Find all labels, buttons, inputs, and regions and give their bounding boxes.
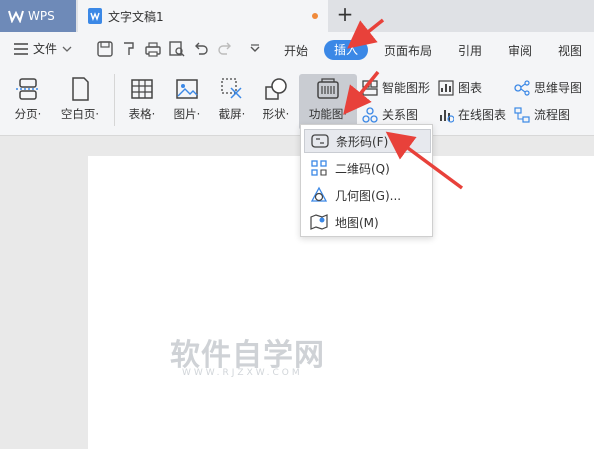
writer-doc-icon	[88, 8, 102, 24]
smart-art-label: 智能图形	[382, 81, 431, 95]
relation-chart-label: 关系图	[382, 108, 419, 122]
relation-chart-icon	[362, 106, 378, 123]
screenshot-icon	[221, 78, 242, 99]
menu-item-qrcode-label: 二维码(Q)	[335, 161, 390, 176]
tab-start[interactable]: 开始	[284, 42, 308, 59]
flowchart-icon	[514, 106, 530, 123]
function-chart-dropdown: 条形码(F) 二维码(Q) 几何图(G)... 地图(M)	[300, 124, 433, 237]
new-tab-button[interactable]: +	[334, 3, 356, 25]
wps-logo-icon	[8, 10, 24, 23]
ribbon-divider	[114, 74, 115, 126]
table-button[interactable]: 表格·	[122, 76, 162, 122]
barcode-icon	[311, 134, 329, 148]
mind-map-button[interactable]: 思维导图	[514, 79, 582, 96]
geometry-icon	[310, 186, 328, 202]
wps-app-tab[interactable]: WPS	[0, 0, 76, 32]
blank-page-label: 空白页·	[60, 107, 100, 121]
print-preview-icon[interactable]	[168, 40, 186, 58]
tab-review[interactable]: 审阅	[508, 42, 532, 59]
menu-item-geometry[interactable]: 几何图(G)...	[304, 183, 431, 207]
smart-art-icon	[362, 79, 378, 96]
menu-item-barcode-label: 条形码(F)	[336, 134, 389, 149]
function-chart-label: 功能图·	[308, 107, 348, 121]
hamburger-icon	[14, 42, 28, 55]
table-icon	[131, 79, 153, 99]
tab-insert[interactable]: 插入	[324, 40, 368, 60]
shape-label: 形状·	[262, 107, 290, 121]
tab-view[interactable]: 视图	[558, 42, 582, 59]
title-bar: WPS 文字文稿1 +	[0, 0, 594, 32]
online-chart-button[interactable]: 在线图表	[438, 106, 506, 123]
menu-item-map[interactable]: 地图(M)	[304, 210, 431, 234]
qrcode-icon	[311, 160, 327, 176]
picture-icon	[176, 79, 198, 99]
chart-icon	[438, 79, 454, 96]
shape-button[interactable]: 形状·	[256, 76, 296, 122]
menu-item-map-label: 地图(M)	[335, 215, 379, 230]
shape-icon	[265, 78, 287, 100]
unsaved-dot-icon	[312, 13, 318, 19]
relation-chart-button[interactable]: 关系图	[362, 106, 418, 123]
picture-button[interactable]: 图片·	[168, 76, 206, 122]
chevron-down-icon	[62, 46, 72, 52]
tab-page-layout[interactable]: 页面布局	[384, 42, 432, 59]
screenshot-label: 截屏·	[218, 107, 246, 121]
wps-app-label: WPS	[28, 9, 55, 23]
print-icon[interactable]	[144, 40, 162, 58]
menu-bar: 文件 开始 插入 页面布局 引用 审阅 视图	[0, 32, 594, 66]
redo-icon[interactable]	[216, 40, 234, 58]
tab-references[interactable]: 引用	[458, 42, 482, 59]
chart-button[interactable]: 图表	[438, 79, 482, 96]
menu-item-qrcode[interactable]: 二维码(Q)	[304, 156, 431, 180]
function-chart-button[interactable]: 功能图·	[299, 74, 357, 130]
picture-label: 图片·	[173, 107, 201, 121]
table-label: 表格·	[128, 107, 156, 121]
smart-art-button[interactable]: 智能图形	[362, 79, 430, 96]
watermark-url: WWW.RJZXW.COM	[182, 368, 303, 378]
page-break-button[interactable]: 分页·	[8, 76, 48, 122]
flowchart-button[interactable]: 流程图	[514, 106, 570, 123]
page-break-icon	[16, 78, 40, 100]
page-break-label: 分页·	[14, 107, 42, 121]
quick-access-more-icon[interactable]	[246, 40, 264, 58]
menu-item-barcode[interactable]: 条形码(F)	[304, 129, 431, 153]
format-painter-icon[interactable]	[120, 40, 138, 58]
document-tab-title: 文字文稿1	[108, 9, 164, 24]
mind-map-icon	[514, 79, 530, 96]
undo-icon[interactable]	[192, 40, 210, 58]
flowchart-label: 流程图	[534, 108, 571, 122]
map-icon	[310, 214, 328, 230]
online-chart-icon	[440, 109, 454, 123]
insert-ribbon: 分页· 空白页· 表格· 图片· 截屏· 形状· 功能图· 智能图形 关系图 图…	[0, 66, 594, 136]
menu-item-geometry-label: 几何图(G)...	[335, 188, 402, 203]
document-tab[interactable]: 文字文稿1	[78, 0, 328, 32]
file-menu-button[interactable]: 文件	[14, 40, 72, 57]
save-icon[interactable]	[96, 40, 114, 58]
function-chart-icon	[317, 78, 339, 99]
mind-map-label: 思维导图	[534, 81, 583, 95]
blank-page-icon	[72, 77, 89, 101]
file-menu-label: 文件	[33, 42, 58, 56]
online-chart-label: 在线图表	[458, 108, 507, 122]
chart-label: 图表	[458, 81, 483, 95]
screenshot-button[interactable]: 截屏·	[212, 76, 252, 122]
blank-page-button[interactable]: 空白页·	[55, 76, 105, 122]
